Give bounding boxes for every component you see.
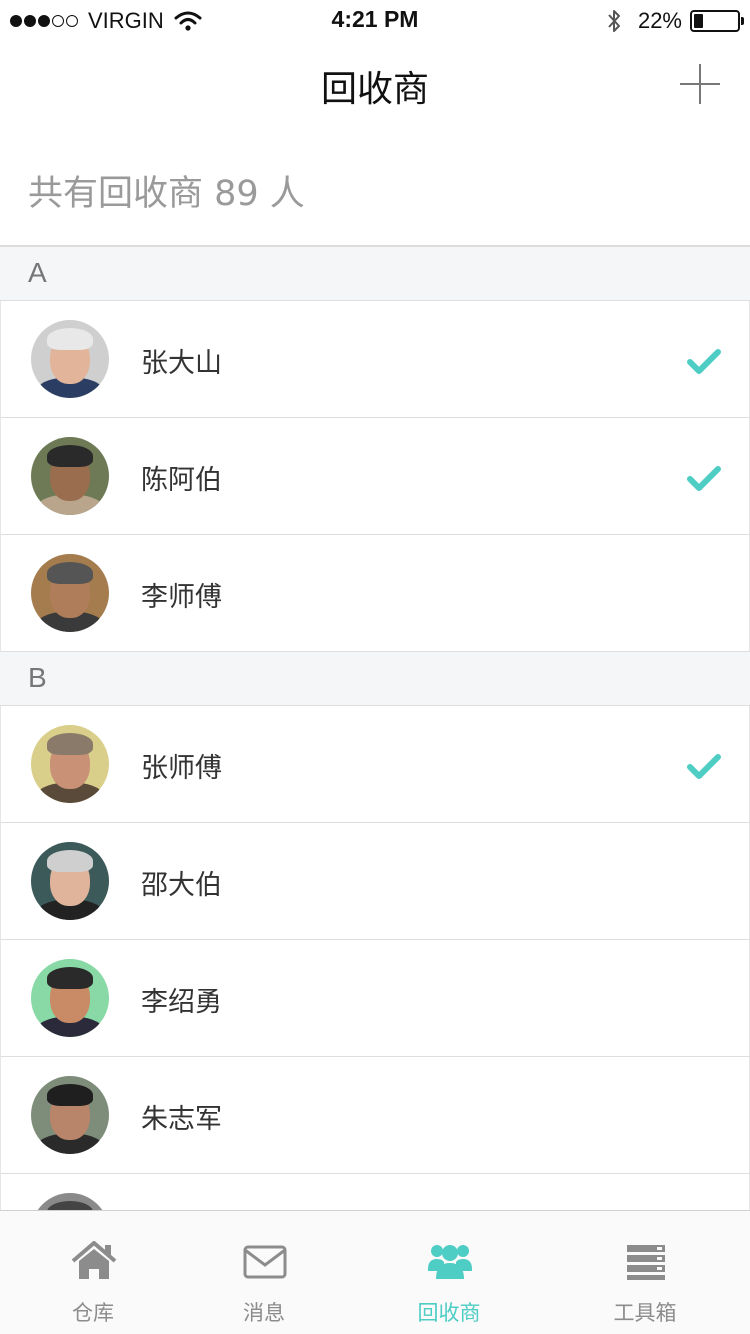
house-icon: [71, 1241, 117, 1279]
envelope-icon: [243, 1245, 287, 1279]
page-title: 回收商: [320, 69, 429, 110]
battery-percent: 22%: [637, 8, 682, 33]
tab-toolbox[interactable]: 工具箱: [565, 1211, 725, 1334]
recycler-row[interactable]: 李绍勇: [0, 940, 750, 1057]
tab-label: 仓库: [72, 1301, 114, 1325]
recycler-row[interactable]: 张师傅: [0, 706, 750, 823]
avatar: [31, 725, 109, 803]
section-header: A: [0, 247, 750, 301]
recycler-row[interactable]: 邵大伯: [0, 823, 750, 940]
checkmark-icon: [687, 349, 721, 374]
add-recycler-button[interactable]: [680, 64, 720, 104]
bluetooth-icon: [608, 10, 620, 32]
tab-recyclers[interactable]: 回收商: [369, 1211, 529, 1334]
section-header: B: [0, 652, 750, 706]
recycler-name: 朱志军: [141, 1104, 222, 1135]
recycler-row[interactable]: [0, 1174, 750, 1210]
server-icon: [627, 1245, 665, 1280]
group-icon: [428, 1245, 472, 1279]
recycler-count-summary: 共有回收商 89 人: [28, 174, 305, 214]
recycler-row[interactable]: 朱志军: [0, 1057, 750, 1174]
nav-bar: 回收商: [0, 40, 750, 130]
tab-messages[interactable]: 消息: [184, 1211, 344, 1334]
tab-label: 消息: [243, 1301, 285, 1325]
avatar: [31, 1076, 109, 1154]
avatar: [31, 842, 109, 920]
recycler-name: 张大山: [141, 348, 222, 379]
recycler-list[interactable]: A 张大山陈阿伯李师傅 B 张师傅邵大伯李绍勇朱志军: [0, 247, 750, 1210]
avatar: [31, 1193, 109, 1210]
recycler-name: 张师傅: [141, 753, 222, 784]
tab-label: 工具箱: [613, 1301, 677, 1325]
tab-label: 回收商: [417, 1301, 481, 1325]
recycler-name: 李师傅: [141, 582, 222, 613]
avatar: [31, 959, 109, 1037]
battery-icon: [690, 10, 744, 32]
section-letter: B: [28, 662, 47, 693]
checkmark-icon: [687, 754, 721, 779]
recycler-name: 李绍勇: [141, 987, 222, 1018]
recycler-name: 陈阿伯: [141, 465, 222, 496]
recycler-row[interactable]: 张大山: [0, 301, 750, 418]
avatar: [31, 554, 109, 632]
status-bar: VIRGIN 4:21 PM 22%: [0, 0, 750, 40]
tab-bar: 仓库 消息 回收商 工具箱: [0, 1210, 750, 1334]
section-letter: A: [28, 257, 47, 288]
avatar: [31, 437, 109, 515]
recycler-name: 邵大伯: [141, 870, 222, 901]
checkmark-icon: [687, 466, 721, 491]
tab-warehouse[interactable]: 仓库: [13, 1211, 173, 1334]
battery-fill: [694, 14, 703, 28]
status-right: 22%: [606, 6, 744, 36]
recycler-row[interactable]: 陈阿伯: [0, 418, 750, 535]
recycler-row[interactable]: 李师傅: [0, 535, 750, 652]
avatar: [31, 320, 109, 398]
